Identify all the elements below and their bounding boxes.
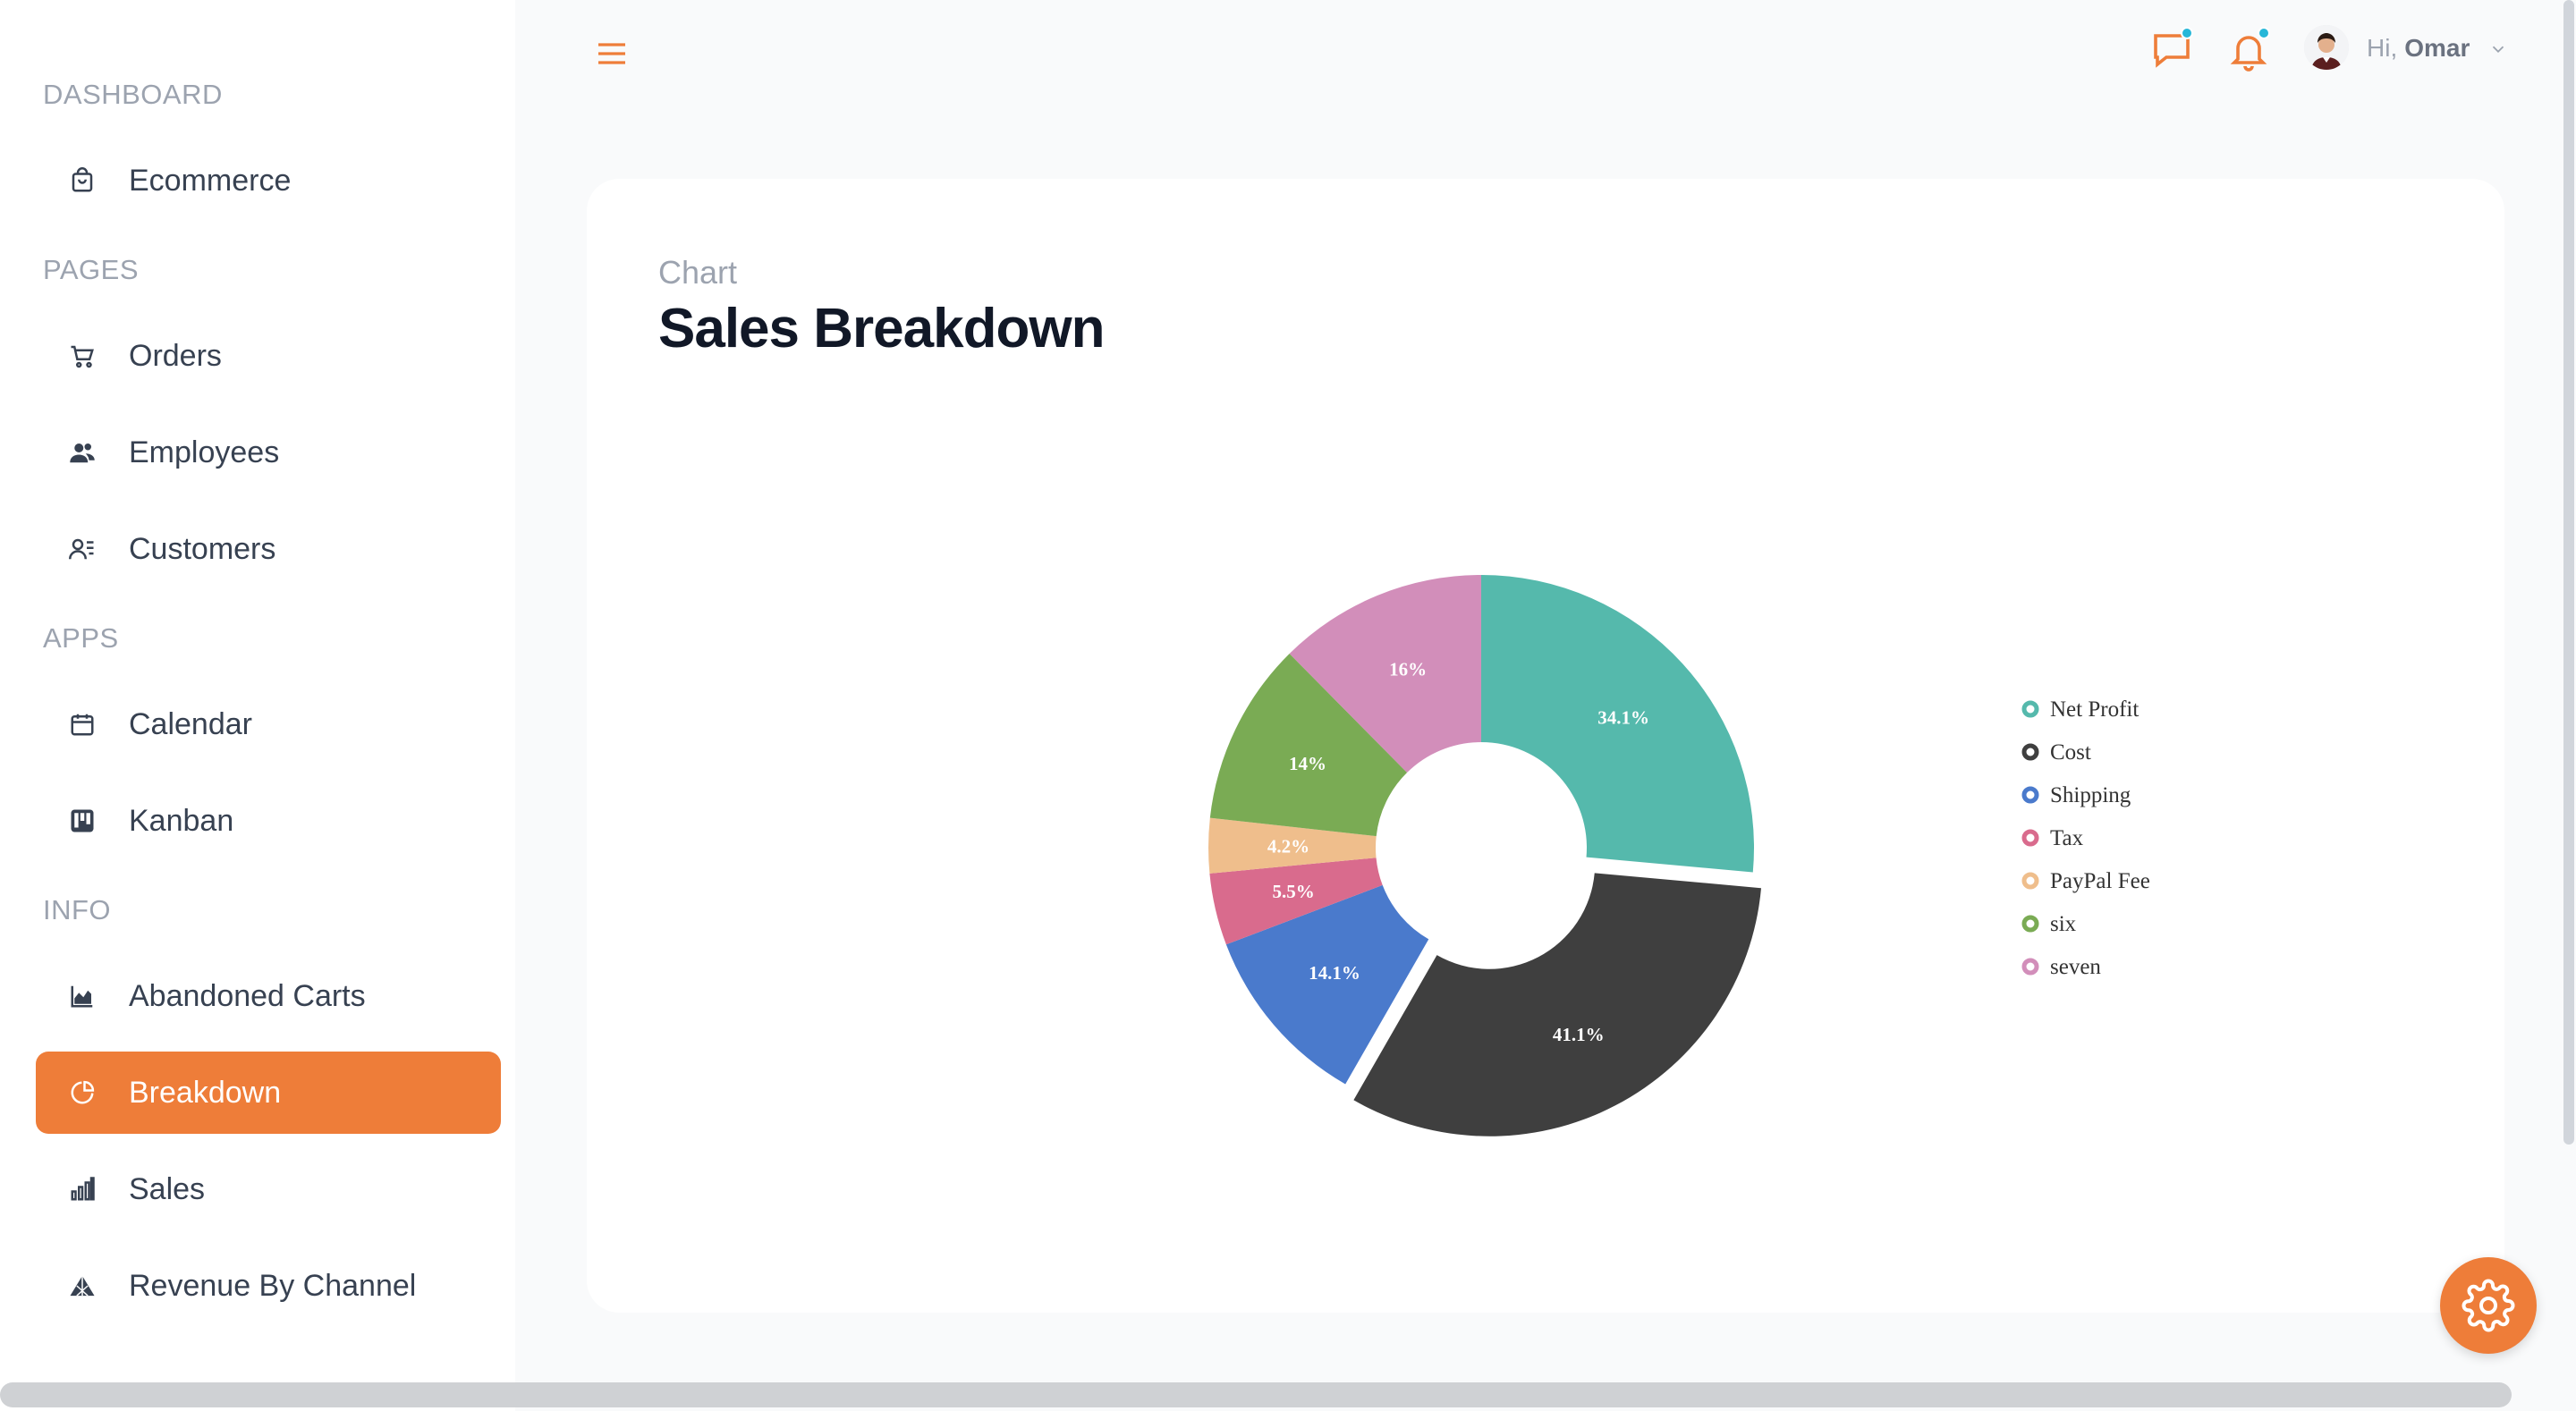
sidebar-item-label: Employees [129,435,280,469]
sidebar: DASHBOARD Ecommerce PAGES Orders Employe… [0,0,515,1411]
legend-item[interactable]: PayPal Fee [2021,869,2150,893]
pie-slice-cost[interactable] [1353,873,1761,1136]
sidebar-item-label: Customers [129,531,276,566]
slice-label: 4.2% [1267,835,1309,857]
chevron-down-icon[interactable] [2488,39,2508,59]
sidebar-item-breakdown[interactable]: Breakdown [36,1052,501,1134]
slice-label: 34.1% [1597,707,1649,729]
settings-button[interactable] [2440,1257,2537,1354]
sidebar-item-label: Calendar [129,706,252,741]
sidebar-item-label: Kanban [129,803,234,838]
cart-icon [64,338,100,374]
legend-label: Tax [2050,826,2084,850]
chat-button[interactable] [2150,27,2197,75]
sidebar-item-label: Ecommerce [129,163,292,198]
greeting-text: Hi, [2367,34,2398,62]
legend-marker [2021,872,2039,890]
sidebar-item-label: Orders [129,338,222,373]
section-title-apps: APPS [43,622,119,654]
user-name: Omar [2404,34,2470,62]
sidebar-item-sales[interactable]: Sales [36,1148,501,1230]
sidebar-item-customers[interactable]: Customers [36,508,501,590]
notification-dot [2258,27,2270,39]
chart-card: Chart Sales Breakdown 34.1% 41.1% 14.1% 5.5… [587,179,2504,1313]
sidebar-item-employees[interactable]: Employees [36,411,501,494]
legend-item[interactable]: six [2021,912,2077,936]
chat-notification-dot [2181,27,2193,39]
legend-item[interactable]: Shipping [2021,783,2131,807]
user-avatar-icon [2304,25,2349,70]
sidebar-item-kanban[interactable]: Kanban [36,780,501,862]
slice-label: 16% [1389,659,1427,680]
avatar[interactable] [2304,25,2349,70]
sidebar-item-ecommerce[interactable]: Ecommerce [36,139,501,222]
slice-label: 41.1% [1553,1024,1605,1045]
calendar-icon [64,706,100,742]
legend-item[interactable]: Tax [2021,826,2084,850]
legend-label: Net Profit [2050,697,2139,722]
legend-marker [2021,958,2039,976]
legend-marker [2021,829,2039,847]
user-list-icon [64,531,100,567]
pie-chart-icon [64,1075,100,1111]
vertical-scrollbar[interactable] [2563,0,2574,1145]
donut-chart: 34.1% 41.1% 14.1% 5.5% 4.2% 14% 16% Net Profit C… [1208,575,2150,1136]
section-title-dashboard: DASHBOARD [43,79,223,110]
legend-item[interactable]: Net Profit [2021,697,2139,722]
slice-label: 14.1% [1309,962,1360,984]
pyramid-icon [64,1268,100,1304]
kanban-icon [64,803,100,839]
legend-marker [2021,915,2039,933]
user-greeting[interactable]: Hi, Omar [2367,34,2470,63]
legend-label: seven [2050,955,2101,979]
sidebar-item-label: Breakdown [129,1075,282,1110]
users-icon [64,435,100,470]
sidebar-item-orders[interactable]: Orders [36,315,501,397]
horizontal-scrollbar[interactable] [0,1382,2512,1407]
area-chart-icon [64,978,100,1014]
legend-label: Cost [2050,740,2091,765]
menu-button[interactable] [594,36,630,72]
shopping-bag-icon [64,163,100,199]
legend-label: six [2050,912,2077,936]
legend-marker [2021,786,2039,804]
sidebar-item-calendar[interactable]: Calendar [36,683,501,765]
notifications-button[interactable] [2227,27,2274,75]
legend-item[interactable]: seven [2021,955,2101,979]
hamburger-icon [598,43,625,64]
section-title-pages: PAGES [43,254,140,285]
bar-chart-icon [64,1171,100,1207]
sidebar-item-abandoned-carts[interactable]: Abandoned Carts [36,955,501,1037]
slice-label: 5.5% [1272,881,1314,902]
gear-icon [2462,1279,2515,1332]
section-title-info: INFO [43,894,112,925]
sidebar-item-label: Sales [129,1171,206,1206]
legend-marker [2021,743,2039,761]
legend-label: PayPal Fee [2050,869,2150,893]
slice-label: 14% [1289,753,1326,774]
legend-marker [2021,700,2039,718]
sidebar-item-label: Revenue By Channel [129,1268,417,1303]
sidebar-item-revenue-by-channel[interactable]: Revenue By Channel [36,1245,501,1327]
legend-label: Shipping [2050,783,2131,807]
legend-item[interactable]: Cost [2021,740,2091,765]
sidebar-item-label: Abandoned Carts [129,978,366,1013]
